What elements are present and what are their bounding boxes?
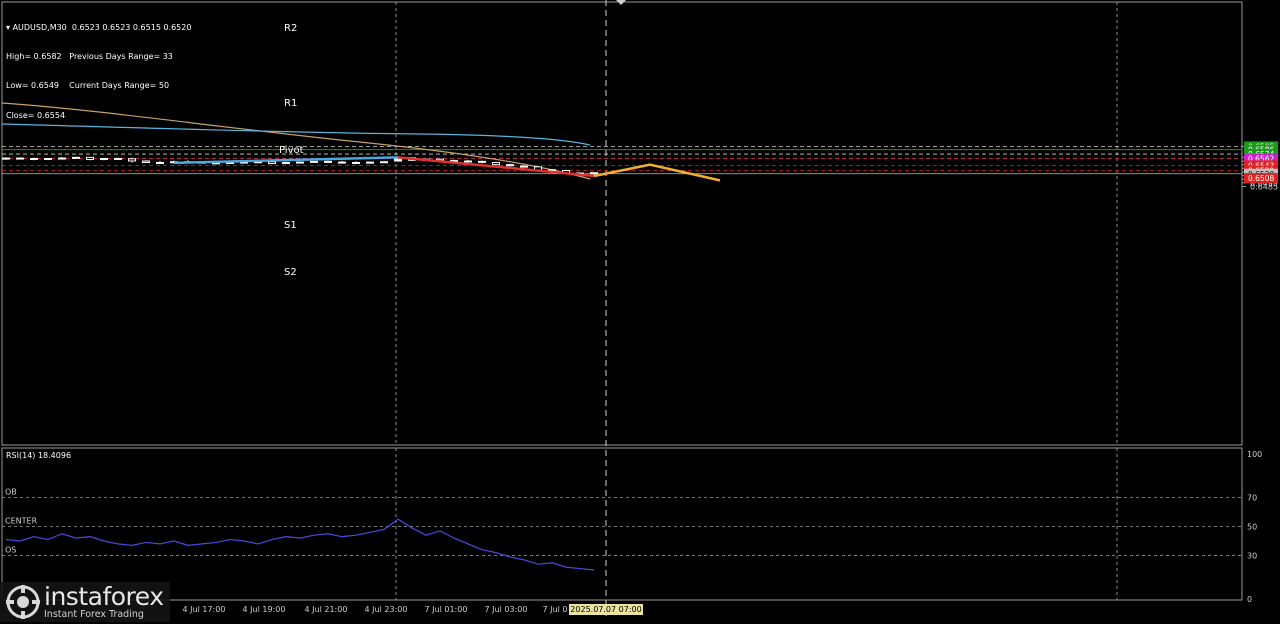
grid bbox=[395, 0, 1118, 620]
candle-body bbox=[520, 165, 528, 168]
symbol-line[interactable]: ▾ AUDUSD,M30 0.6523 0.6523 0.6515 0.6520 bbox=[6, 23, 191, 33]
candle bbox=[44, 157, 52, 160]
candle-body bbox=[506, 164, 514, 167]
time-axis: 4 Jul 17:00 4 Jul 19:00 4 Jul 21:00 4 Jul 2… bbox=[183, 604, 643, 615]
price-tag-label: 0.6508 bbox=[1248, 174, 1274, 183]
candle bbox=[128, 157, 136, 163]
candle bbox=[338, 161, 346, 164]
candle-body bbox=[464, 160, 472, 163]
s1-label: S1 bbox=[284, 220, 297, 231]
logo-name: instaforex bbox=[44, 581, 164, 611]
rsi-axis-label: 30 bbox=[1247, 552, 1257, 561]
candle-body bbox=[324, 160, 332, 163]
chart-canvas[interactable]: 0.65950.65650.65550.65450.65350.65250.65… bbox=[0, 0, 1280, 624]
candle-body bbox=[30, 157, 38, 160]
rsi-level-label: CENTER bbox=[5, 517, 38, 526]
candle-body bbox=[492, 161, 500, 166]
candle bbox=[520, 165, 528, 168]
rsi-panel: OB CENTER OS 100 70 50 30 0 bbox=[2, 450, 1262, 604]
rsi-axis-label: 0 bbox=[1247, 595, 1252, 604]
time-label: 7 Jul 0 bbox=[543, 605, 568, 614]
candle-body bbox=[72, 156, 80, 159]
candle bbox=[16, 157, 24, 160]
rsi-axis-label: 100 bbox=[1247, 450, 1262, 459]
candle bbox=[324, 160, 332, 163]
time-label: 4 Jul 23:00 bbox=[365, 605, 408, 614]
time-label: 4 Jul 17:00 bbox=[183, 605, 226, 614]
candle bbox=[478, 160, 486, 164]
candle-body bbox=[2, 157, 10, 160]
candle-body bbox=[142, 160, 150, 163]
candle-body bbox=[268, 161, 276, 165]
candle-body bbox=[310, 160, 318, 163]
candle bbox=[310, 160, 318, 163]
candle bbox=[296, 161, 304, 164]
candle-body bbox=[590, 172, 598, 175]
r1-label: R1 bbox=[284, 98, 297, 109]
trend-lines bbox=[173, 156, 721, 182]
candle bbox=[282, 161, 290, 165]
down-trend-line bbox=[397, 156, 595, 178]
close-line: Close= 0.6554 bbox=[6, 110, 66, 120]
candle bbox=[156, 161, 164, 164]
time-label: 7 Jul 01:00 bbox=[425, 605, 468, 614]
candle bbox=[100, 157, 108, 161]
candle bbox=[142, 160, 150, 163]
candle-body bbox=[58, 157, 66, 160]
candle-body bbox=[86, 156, 94, 161]
current-time-label: 2025.07.07 07:00 bbox=[570, 605, 641, 614]
candle bbox=[380, 161, 388, 164]
candle bbox=[58, 156, 66, 160]
candle-body bbox=[100, 157, 108, 161]
pivot-label: Pivot bbox=[279, 145, 304, 156]
rsi-axis-label: 50 bbox=[1247, 523, 1257, 532]
rsi-label: RSI(14) 18.4096 bbox=[6, 451, 72, 460]
candle bbox=[464, 159, 472, 163]
time-label: 4 Jul 21:00 bbox=[305, 605, 348, 614]
time-label: 7 Jul 03:00 bbox=[485, 605, 528, 614]
candle-body bbox=[282, 161, 290, 165]
rsi-level-label: OS bbox=[5, 546, 16, 555]
logo-tagline: Instant Forex Trading bbox=[44, 608, 144, 620]
pivot-labels: R2 R1 Pivot S1 S2 bbox=[279, 23, 304, 278]
candle bbox=[72, 156, 80, 159]
s2-label: S2 bbox=[284, 267, 297, 278]
price-tick-label: 0.6485 bbox=[1250, 183, 1278, 192]
r2-label: R2 bbox=[284, 23, 297, 34]
rsi-axis-label: 70 bbox=[1247, 494, 1257, 503]
high-line: High= 0.6582 Previous Days Range= 33 bbox=[6, 51, 173, 61]
candle bbox=[366, 161, 374, 164]
candle bbox=[2, 157, 10, 160]
instaforex-logo-icon bbox=[6, 585, 40, 619]
candle-body bbox=[128, 158, 136, 162]
forecast-path bbox=[593, 163, 721, 182]
candle bbox=[506, 163, 514, 167]
instaforex-logo: instaforex Instant Forex Trading bbox=[0, 582, 170, 622]
candle-body bbox=[366, 161, 374, 164]
candle-body bbox=[478, 160, 486, 163]
candle bbox=[352, 161, 360, 164]
price-axis: 0.65950.65650.65550.65450.65350.65250.65… bbox=[1242, 141, 1278, 192]
candle-body bbox=[114, 157, 122, 160]
candle-body bbox=[44, 157, 52, 160]
rsi-panel-border bbox=[1, 447, 1243, 601]
candle bbox=[30, 157, 38, 161]
candle bbox=[114, 157, 122, 160]
rsi-level-label: OB bbox=[5, 488, 17, 497]
candle-body bbox=[352, 161, 360, 164]
candle bbox=[86, 156, 94, 161]
symbol-quote: AUDUSD,M30 0.6523 0.6523 0.6515 0.6520 bbox=[12, 22, 192, 32]
candle-body bbox=[380, 161, 388, 164]
candle-body bbox=[296, 161, 304, 164]
time-label: 4 Jul 19:00 bbox=[243, 605, 286, 614]
candle-body bbox=[16, 157, 24, 160]
symbol-info: ▾ AUDUSD,M30 0.6523 0.6523 0.6515 0.6520… bbox=[6, 3, 191, 130]
candle bbox=[492, 161, 500, 166]
candle-body bbox=[338, 161, 346, 164]
low-line: Low= 0.6549 Current Days Range= 50 bbox=[6, 81, 170, 91]
candle-body bbox=[156, 161, 164, 164]
